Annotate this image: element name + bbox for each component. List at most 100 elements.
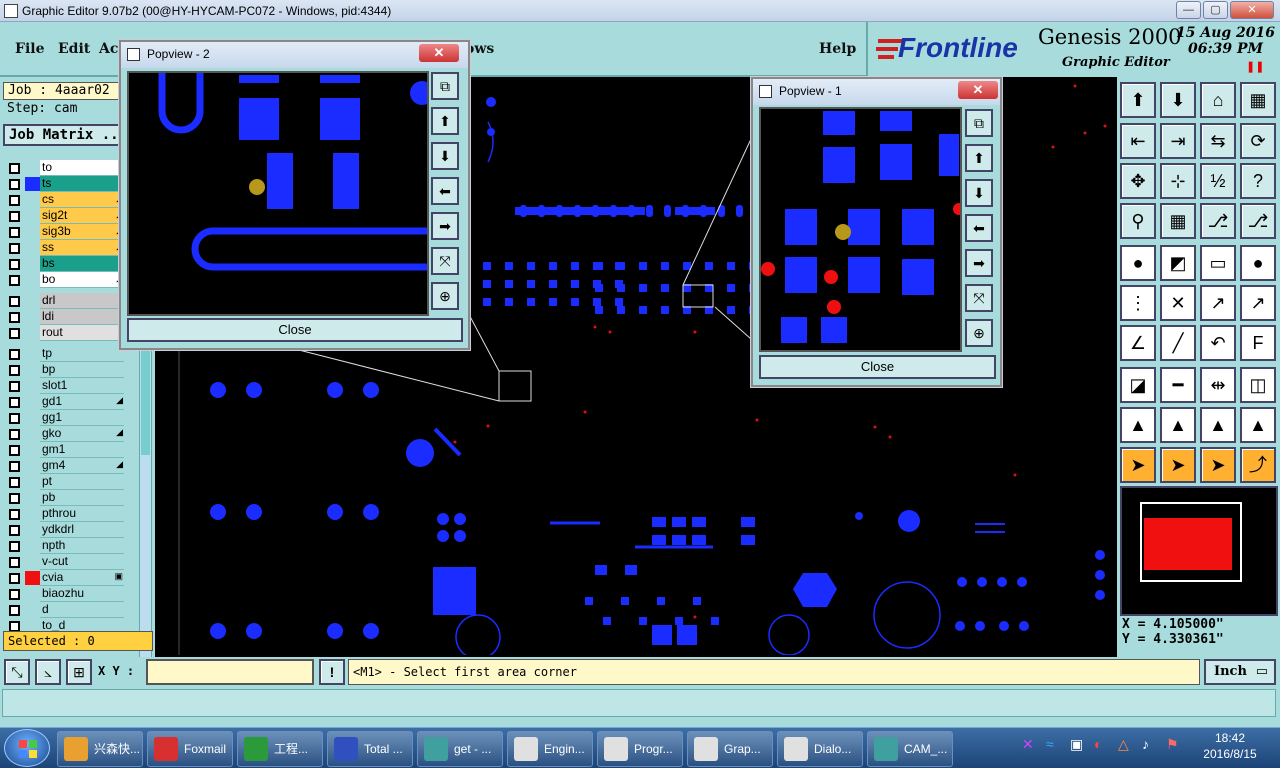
tool-23-icon[interactable]: ↗ (1240, 285, 1276, 321)
snap-icon[interactable]: ⤡ (4, 659, 30, 685)
tool-7-icon[interactable]: ⟳ (1240, 123, 1276, 159)
layer-row-ss[interactable]: ss◢ (5, 240, 125, 256)
tool-8-icon[interactable]: ✥ (1120, 163, 1156, 199)
layer-checkbox[interactable] (9, 461, 20, 472)
task-item[interactable]: get - ... (417, 731, 503, 767)
grid-icon[interactable]: ⊞ (66, 659, 92, 685)
layer-checkbox[interactable] (9, 259, 20, 270)
layer-checkbox[interactable] (9, 557, 20, 568)
popview-1-nav-4-icon[interactable]: ➡ (965, 249, 993, 277)
tool-35-icon[interactable]: ▲ (1240, 407, 1276, 443)
layer-checkbox[interactable] (9, 445, 20, 456)
layer-color-swatch[interactable] (25, 523, 40, 537)
layer-row-bo[interactable]: bo◢ (5, 272, 125, 288)
layer-row-pt[interactable]: pt (5, 474, 125, 490)
tool-5-icon[interactable]: ⇥ (1160, 123, 1196, 159)
tool-24-icon[interactable]: ∠ (1120, 325, 1156, 361)
tool-18-icon[interactable]: ▭ (1200, 245, 1236, 281)
popview-2-nav-3-icon[interactable]: ⬅ (431, 177, 459, 205)
tool-9-icon[interactable]: ⊹ (1160, 163, 1196, 199)
tool-11-icon[interactable]: ? (1240, 163, 1276, 199)
layer-color-swatch[interactable] (25, 395, 40, 409)
layer-color-swatch[interactable] (25, 571, 40, 585)
task-item[interactable]: 兴森快... (57, 731, 143, 767)
tool-10-icon[interactable]: ½ (1200, 163, 1236, 199)
tool-25-icon[interactable]: ╱ (1160, 325, 1196, 361)
layer-row-cs[interactable]: cs◢ (5, 192, 125, 208)
layer-color-swatch[interactable] (25, 411, 40, 425)
layer-checkbox[interactable] (9, 179, 20, 190)
layer-row-ydkdrl[interactable]: ydkdrl (5, 522, 125, 538)
tray-app-icon[interactable]: ≈ (1046, 736, 1054, 752)
layer-row-d[interactable]: d (5, 602, 125, 618)
popview-2-nav-5-icon[interactable]: ⤧ (431, 247, 459, 275)
layer-row-gd1[interactable]: gd1 ◢ (5, 394, 125, 410)
layer-row-slot1[interactable]: slot1 (5, 378, 125, 394)
layer-checkbox[interactable] (9, 509, 20, 520)
task-item[interactable]: Grap... (687, 731, 773, 767)
popview-1-nav-5-icon[interactable]: ⤧ (965, 284, 993, 312)
tool-27-icon[interactable]: F (1240, 325, 1276, 361)
layer-row-ldi[interactable]: ldi (5, 309, 125, 325)
popview-1-nav-6-icon[interactable]: ⊕ (965, 319, 993, 347)
pause-indicator[interactable]: ❚❚ (1246, 60, 1264, 73)
layer-color-swatch[interactable] (25, 491, 40, 505)
layer-checkbox[interactable] (9, 296, 20, 307)
layer-color-swatch[interactable] (25, 310, 40, 324)
popview-2-nav-6-icon[interactable]: ⊕ (431, 282, 459, 310)
layer-color-swatch[interactable] (25, 427, 40, 441)
popview-1-close-button[interactable]: Close (759, 355, 996, 379)
layer-row-rout[interactable]: rout (5, 325, 125, 341)
tool-2-icon[interactable]: ⌂ (1200, 82, 1236, 118)
layer-row-ts[interactable]: ts (5, 176, 125, 192)
layer-row-drl[interactable]: drl (5, 293, 125, 309)
tool-14-icon[interactable]: ⎇ (1200, 203, 1236, 239)
popview-2-close-icon[interactable]: ✕ (419, 44, 459, 62)
task-item[interactable]: Foxmail (147, 731, 233, 767)
popview-2-close-button[interactable]: Close (127, 318, 463, 342)
tray-security-icon[interactable]: ◐ (1094, 736, 1102, 752)
layer-color-swatch[interactable] (25, 443, 40, 457)
units-select[interactable]: Inch ▭ (1204, 659, 1276, 685)
layer-checkbox[interactable] (9, 573, 20, 584)
tool-16-icon[interactable]: ● (1120, 245, 1156, 281)
menu-edit[interactable]: Edit (58, 41, 90, 57)
tool-3-icon[interactable]: ▦ (1240, 82, 1276, 118)
xy-input[interactable] (146, 659, 314, 685)
layer-row-npth[interactable]: npth (5, 538, 125, 554)
layer-checkbox[interactable] (9, 349, 20, 360)
layer-color-swatch[interactable] (25, 363, 40, 377)
task-item[interactable]: 工程... (237, 731, 323, 767)
tool-37-icon[interactable]: ➤ (1160, 447, 1196, 483)
tool-30-icon[interactable]: ⇹ (1200, 367, 1236, 403)
layer-row-gko[interactable]: gko ◢ (5, 426, 125, 442)
tool-4-icon[interactable]: ⇤ (1120, 123, 1156, 159)
layer-row-sig2t[interactable]: sig2t◢ (5, 208, 125, 224)
layer-checkbox[interactable] (9, 195, 20, 206)
layer-color-swatch[interactable] (25, 475, 40, 489)
popview-2-nav-1-icon[interactable]: ⬆ (431, 107, 459, 135)
tool-28-icon[interactable]: ◪ (1120, 367, 1156, 403)
layer-color-swatch[interactable] (25, 193, 40, 207)
layer-checkbox[interactable] (9, 541, 20, 552)
tool-33-icon[interactable]: ▲ (1160, 407, 1196, 443)
layer-checkbox[interactable] (9, 163, 20, 174)
layer-row-gm1[interactable]: gm1 (5, 442, 125, 458)
layer-checkbox[interactable] (9, 365, 20, 376)
layer-color-swatch[interactable] (25, 225, 40, 239)
layer-row-cvia[interactable]: cvia ▣ (5, 570, 125, 586)
layer-row-gg1[interactable]: gg1 (5, 410, 125, 426)
tool-39-icon[interactable]: ⤴ (1240, 447, 1276, 483)
layer-color-swatch[interactable] (25, 177, 40, 191)
layer-checkbox[interactable] (9, 312, 20, 323)
layer-checkbox[interactable] (9, 477, 20, 488)
tray-network-icon[interactable]: △ (1118, 736, 1129, 753)
task-item[interactable]: CAM_... (867, 731, 953, 767)
volume-icon[interactable]: ♪ (1142, 736, 1149, 752)
tool-21-icon[interactable]: ✕ (1160, 285, 1196, 321)
layer-checkbox[interactable] (9, 413, 20, 424)
tool-26-icon[interactable]: ↶ (1200, 325, 1236, 361)
layer-row-tp[interactable]: tp (5, 346, 125, 362)
task-item[interactable]: Dialo... (777, 731, 863, 767)
tool-1-icon[interactable]: ⬇ (1160, 82, 1196, 118)
